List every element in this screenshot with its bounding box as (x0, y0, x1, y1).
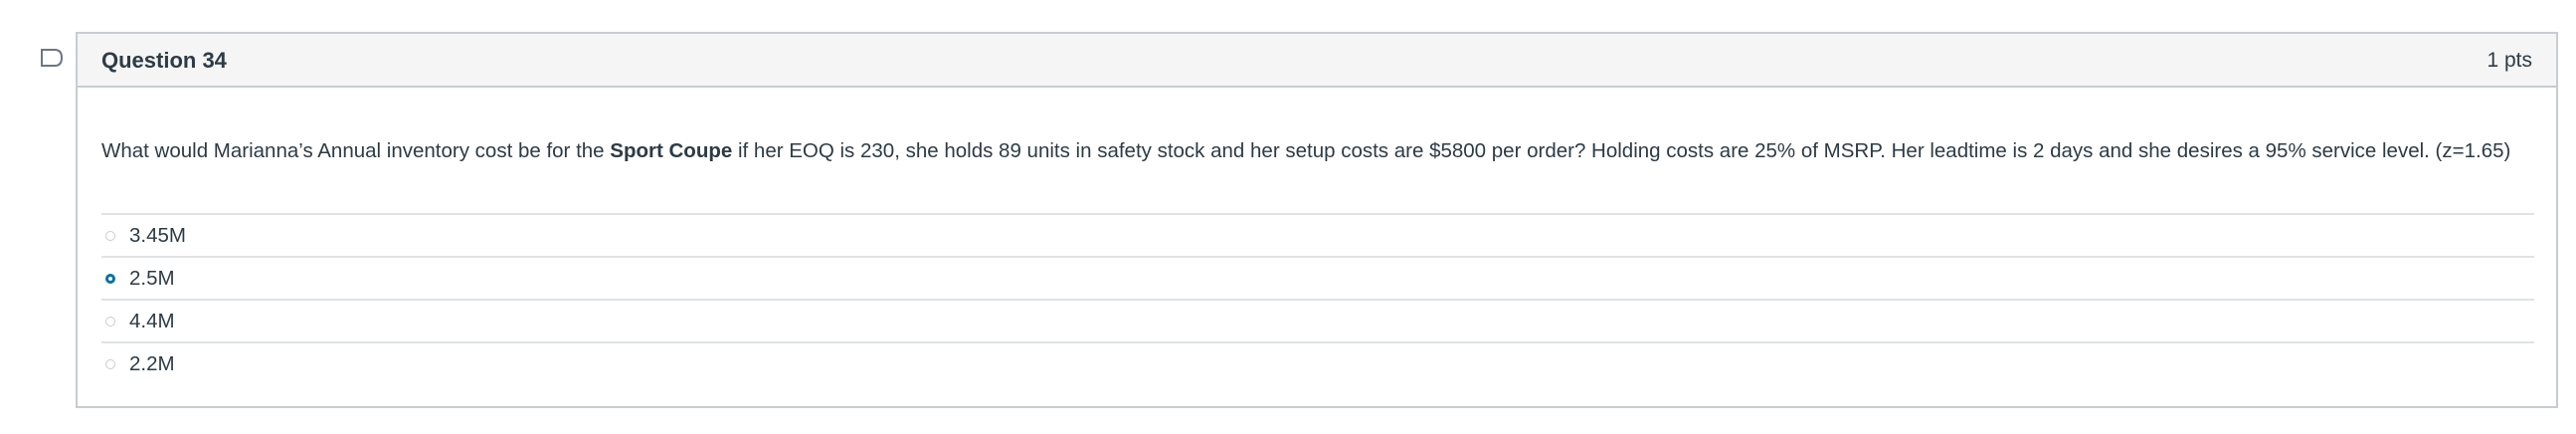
radio-button[interactable] (105, 358, 115, 369)
question-text-bold: Sport Coupe (610, 139, 733, 162)
question-header: Question 34 1 pts (78, 34, 2556, 88)
question-text-before: What would Marianna’s Annual inventory c… (101, 139, 611, 162)
radio-button-selected[interactable] (105, 273, 115, 284)
answer-label: 4.4M (129, 309, 175, 332)
answer-option-4[interactable]: 2.2M (101, 341, 2534, 384)
answer-option-1[interactable]: 3.45M (101, 213, 2534, 256)
flag-question-icon[interactable] (40, 48, 64, 68)
answer-option-3[interactable]: 4.4M (101, 299, 2534, 341)
answer-label: 2.5M (129, 266, 175, 290)
question-text: What would Marianna’s Annual inventory c… (101, 139, 2510, 163)
question-card: Question 34 1 pts What would Marianna’s … (76, 32, 2558, 408)
question-points: 1 pts (2486, 49, 2532, 72)
answer-label: 2.2M (129, 351, 175, 375)
radio-button[interactable] (105, 230, 115, 241)
answer-list: 3.45M 2.5M 4.4M 2.2M (101, 213, 2534, 384)
radio-button[interactable] (105, 316, 115, 326)
answer-label: 3.45M (129, 223, 186, 247)
question-text-after: if her EOQ is 230, she holds 89 units in… (732, 139, 2511, 162)
answer-option-2[interactable]: 2.5M (101, 256, 2534, 299)
question-title: Question 34 (101, 48, 227, 73)
